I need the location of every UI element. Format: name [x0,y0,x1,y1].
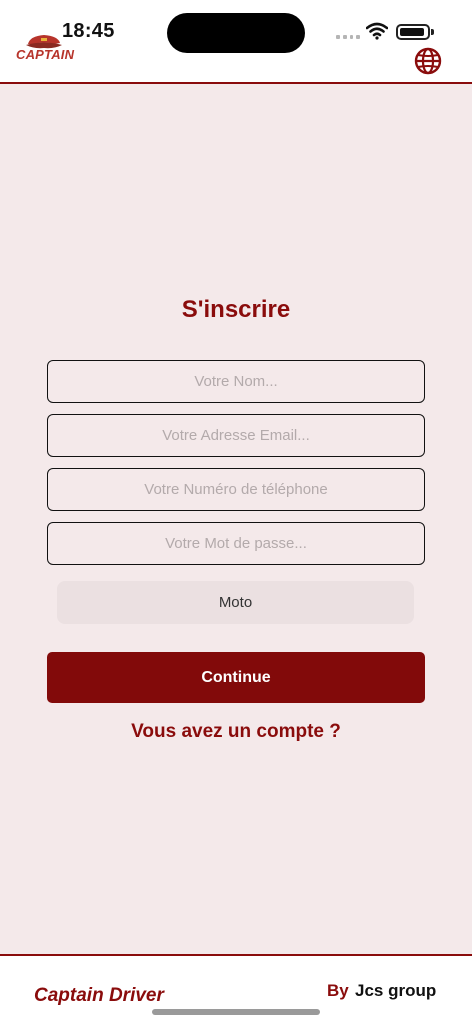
captain-logo: CAPTAIN [16,34,76,64]
name-input[interactable] [47,360,425,403]
continue-button[interactable]: Continue [47,652,425,703]
email-input[interactable] [47,414,425,457]
cellular-signal-icon [336,35,360,39]
phone-input[interactable] [47,468,425,511]
battery-icon [396,24,434,40]
globe-icon[interactable] [414,47,442,75]
signup-screen: S'inscrire Moto Continue Vous avez un co… [0,84,472,954]
login-link[interactable]: Vous avez un compte ? [0,721,472,743]
page-title: S'inscrire [181,296,291,323]
logo-text: CAPTAIN [16,47,75,62]
footer-divider [0,954,472,956]
password-input[interactable] [47,522,425,565]
footer-by-label: By [327,981,349,1000]
home-indicator[interactable] [152,1009,320,1015]
vehicle-type-select[interactable]: Moto [57,581,414,624]
footer-brand: Captain Driver [34,985,164,1006]
footer-company: Jcs group [355,981,437,1000]
dynamic-island [167,13,305,53]
wifi-icon [366,22,388,40]
